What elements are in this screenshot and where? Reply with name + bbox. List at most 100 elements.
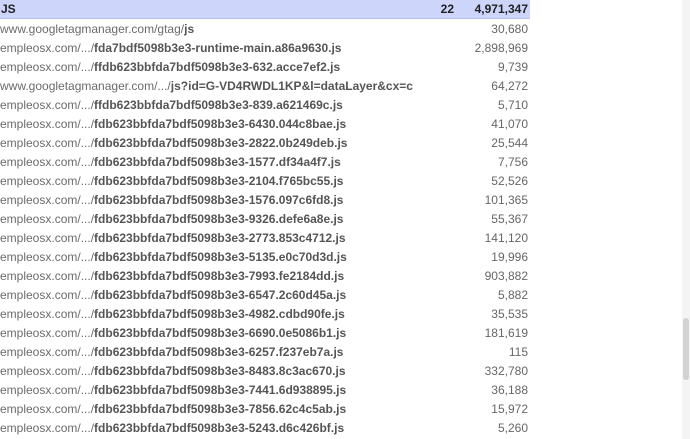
resource-url[interactable]: empleosx.com/.../fdb623bbfda7bdf5098b3e3… <box>0 345 343 359</box>
table-row[interactable]: empleosx.com/.../fdb623bbfda7bdf5098b3e3… <box>0 285 530 304</box>
resource-url[interactable]: empleosx.com/.../fdb623bbfda7bdf5098b3e3… <box>0 421 344 435</box>
resource-domain: empleosx.com/.../ <box>0 98 95 112</box>
resource-path: fdb623bbfda7bdf5098b3e3-2104.f765bc55.js <box>94 174 344 188</box>
resource-size: 5,710 <box>497 98 528 112</box>
resource-url[interactable]: empleosx.com/.../fdb623bbfda7bdf5098b3e3… <box>0 402 346 416</box>
resource-size: 2,898,969 <box>474 41 528 55</box>
resource-path: fdb623bbfda7bdf5098b3e3-4982.cdbd90fe.js <box>94 307 345 321</box>
resource-path: fda7bdf5098b3e3-runtime-main.a86a9630.js <box>94 41 342 55</box>
resource-url[interactable]: empleosx.com/.../fdb623bbfda7bdf5098b3e3… <box>0 250 347 264</box>
resource-path: js?id=G-VD4RWDL1KP&l=dataLayer&cx=c <box>170 79 413 93</box>
vertical-scrollbar[interactable] <box>682 0 690 439</box>
resource-size: 41,070 <box>491 117 528 131</box>
resource-url[interactable]: empleosx.com/.../fdb623bbfda7bdf5098b3e3… <box>0 155 341 169</box>
table-row[interactable]: empleosx.com/.../fdb623bbfda7bdf5098b3e3… <box>0 228 530 247</box>
resource-domain: www.googletagmanager.com/.../ <box>0 79 171 93</box>
table-row[interactable]: empleosx.com/.../fdb623bbfda7bdf5098b3e3… <box>0 209 530 228</box>
table-row[interactable]: empleosx.com/.../fdb623bbfda7bdf5098b3e3… <box>0 152 530 171</box>
table-row[interactable]: empleosx.com/.../fdb623bbfda7bdf5098b3e3… <box>0 247 530 266</box>
resource-path: fdb623bbfda7bdf5098b3e3-7993.fe2184dd.js <box>94 269 345 283</box>
resource-size: 5,260 <box>497 421 528 435</box>
resource-domain: empleosx.com/.../ <box>0 250 95 264</box>
table-row[interactable]: empleosx.com/.../fdb623bbfda7bdf5098b3e3… <box>0 114 530 133</box>
resource-size: 55,367 <box>491 212 528 226</box>
table-row[interactable]: www.googletagmanager.com/.../js?id=G-VD4… <box>0 76 530 95</box>
resource-domain: empleosx.com/.../ <box>0 231 95 245</box>
resource-path: fdb623bbfda7bdf5098b3e3-6257.f237eb7a.js <box>94 345 344 359</box>
table-row[interactable]: empleosx.com/.../fdb623bbfda7bdf5098b3e3… <box>0 323 530 342</box>
resource-url[interactable]: empleosx.com/.../fdb623bbfda7bdf5098b3e3… <box>0 383 346 397</box>
table-row[interactable]: empleosx.com/.../fdb623bbfda7bdf5098b3e3… <box>0 399 530 418</box>
resource-domain: empleosx.com/.../ <box>0 326 95 340</box>
resource-domain: empleosx.com/.../ <box>0 383 95 397</box>
table-row[interactable]: empleosx.com/.../fda7bdf5098b3e3-runtime… <box>0 38 530 57</box>
resource-size: 5,882 <box>497 288 528 302</box>
resource-path: fdb623bbfda7bdf5098b3e3-6690.0e5086b1.js <box>94 326 347 340</box>
table-row[interactable]: empleosx.com/.../ffdb623bbfda7bdf5098b3e… <box>0 95 530 114</box>
resource-domain: empleosx.com/.../ <box>0 212 95 226</box>
resource-size: 19,996 <box>491 250 528 264</box>
resource-size: 36,188 <box>491 383 528 397</box>
resource-size: 25,544 <box>491 136 528 150</box>
resource-url[interactable]: www.googletagmanager.com/gtag/js <box>0 22 194 36</box>
resource-domain: empleosx.com/.../ <box>0 174 95 188</box>
resource-url[interactable]: empleosx.com/.../fdb623bbfda7bdf5098b3e3… <box>0 174 343 188</box>
resource-domain: www.googletagmanager.com/gtag/ <box>0 22 185 36</box>
resource-size: 141,120 <box>484 231 528 245</box>
resource-url[interactable]: empleosx.com/.../fdb623bbfda7bdf5098b3e3… <box>0 212 343 226</box>
table-row[interactable]: empleosx.com/.../fdb623bbfda7bdf5098b3e3… <box>0 304 530 323</box>
table-row[interactable]: empleosx.com/.../fdb623bbfda7bdf5098b3e3… <box>0 342 530 361</box>
table-row[interactable]: empleosx.com/.../fdb623bbfda7bdf5098b3e3… <box>0 190 530 209</box>
table-row[interactable]: empleosx.com/.../ffdb623bbfda7bdf5098b3e… <box>0 57 530 76</box>
resource-domain: empleosx.com/.../ <box>0 288 95 302</box>
resource-url[interactable]: empleosx.com/.../fda7bdf5098b3e3-runtime… <box>0 41 341 55</box>
resource-url[interactable]: www.googletagmanager.com/.../js?id=G-VD4… <box>0 79 413 93</box>
resource-path: fdb623bbfda7bdf5098b3e3-5243.d6c426bf.js <box>94 421 345 435</box>
resource-path: fdb623bbfda7bdf5098b3e3-7856.62c4c5ab.js <box>94 402 347 416</box>
resource-url[interactable]: empleosx.com/.../fdb623bbfda7bdf5098b3e3… <box>0 193 343 207</box>
resource-url[interactable]: empleosx.com/.../fdb623bbfda7bdf5098b3e3… <box>0 288 346 302</box>
resource-url[interactable]: empleosx.com/.../fdb623bbfda7bdf5098b3e3… <box>0 364 346 378</box>
resource-size: 903,882 <box>484 269 528 283</box>
resource-size: 115 <box>508 345 528 359</box>
resource-domain: empleosx.com/.../ <box>0 402 95 416</box>
resource-rows: www.googletagmanager.com/gtag/js 30,680 em… <box>0 19 530 437</box>
table-row[interactable]: empleosx.com/.../fdb623bbfda7bdf5098b3e3… <box>0 266 530 285</box>
resource-domain: empleosx.com/.../ <box>0 193 95 207</box>
resource-size: 35,535 <box>491 307 528 321</box>
table-row[interactable]: empleosx.com/.../fdb623bbfda7bdf5098b3e3… <box>0 361 530 380</box>
table-row[interactable]: empleosx.com/.../fdb623bbfda7bdf5098b3e3… <box>0 171 530 190</box>
resource-domain: empleosx.com/.../ <box>0 41 95 55</box>
table-row[interactable]: empleosx.com/.../fdb623bbfda7bdf5098b3e3… <box>0 133 530 152</box>
resource-url[interactable]: empleosx.com/.../ffdb623bbfda7bdf5098b3e… <box>0 60 340 74</box>
resource-url[interactable]: empleosx.com/.../fdb623bbfda7bdf5098b3e3… <box>0 307 345 321</box>
resource-path: fdb623bbfda7bdf5098b3e3-6547.2c60d45a.js <box>94 288 347 302</box>
resource-url[interactable]: empleosx.com/.../fdb623bbfda7bdf5098b3e3… <box>0 117 346 131</box>
table-row[interactable]: www.googletagmanager.com/gtag/js 30,680 <box>0 19 530 38</box>
table-row[interactable]: empleosx.com/.../fdb623bbfda7bdf5098b3e3… <box>0 418 530 437</box>
resource-size: 332,780 <box>484 364 528 378</box>
resource-path: fdb623bbfda7bdf5098b3e3-8483.8c3ac670.js <box>94 364 346 378</box>
js-resources-table: JS 22 4,971,347 www.googletagmanager.com… <box>0 0 530 437</box>
resource-url[interactable]: empleosx.com/.../fdb623bbfda7bdf5098b3e3… <box>0 326 346 340</box>
table-header-row[interactable]: JS 22 4,971,347 <box>0 0 530 19</box>
resource-domain: empleosx.com/.../ <box>0 117 95 131</box>
resource-size: 30,680 <box>491 22 528 36</box>
table-row[interactable]: empleosx.com/.../fdb623bbfda7bdf5098b3e3… <box>0 380 530 399</box>
resource-path: fdb623bbfda7bdf5098b3e3-2822.0b249deb.js <box>94 136 348 150</box>
request-count: 22 <box>440 2 454 16</box>
resource-domain: empleosx.com/.../ <box>0 364 95 378</box>
resource-size: 101,365 <box>484 193 528 207</box>
resource-size: 9,739 <box>497 60 528 74</box>
resource-url[interactable]: empleosx.com/.../ffdb623bbfda7bdf5098b3e… <box>0 98 343 112</box>
resource-url[interactable]: empleosx.com/.../fdb623bbfda7bdf5098b3e3… <box>0 136 347 150</box>
resource-path: fdb623bbfda7bdf5098b3e3-5135.e0c70d3d.js <box>94 250 347 264</box>
scrollbar-thumb[interactable] <box>683 318 689 380</box>
resource-url[interactable]: empleosx.com/.../fdb623bbfda7bdf5098b3e3… <box>0 231 346 245</box>
resource-domain: empleosx.com/.../ <box>0 421 95 435</box>
resource-url[interactable]: empleosx.com/.../fdb623bbfda7bdf5098b3e3… <box>0 269 344 283</box>
resource-type-label: JS <box>1 2 16 16</box>
resource-domain: empleosx.com/.../ <box>0 155 95 169</box>
resource-path: fdb623bbfda7bdf5098b3e3-2773.853c4712.js <box>94 231 346 245</box>
resource-path: fdb623bbfda7bdf5098b3e3-7441.6d938895.js <box>94 383 347 397</box>
